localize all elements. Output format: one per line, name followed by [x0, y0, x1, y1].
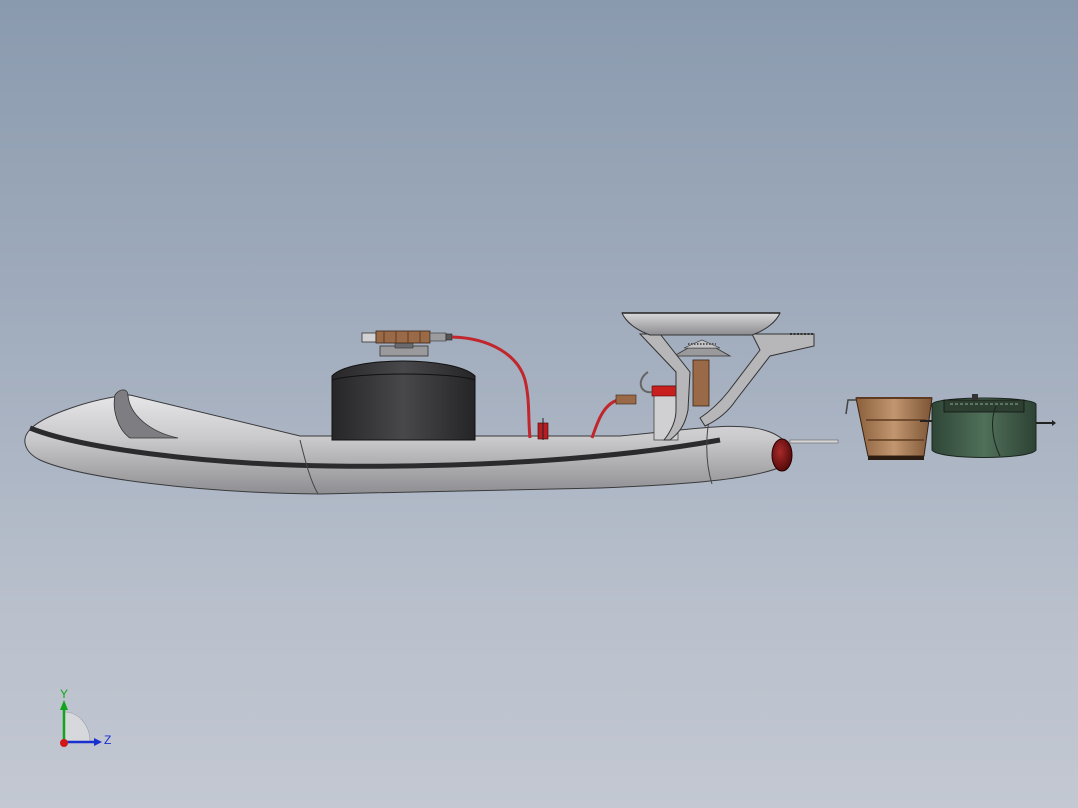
wooden-bucket[interactable]: [845, 397, 934, 460]
nose-cap[interactable]: [771, 438, 839, 472]
regulator-valve[interactable]: [361, 330, 453, 344]
triad-plane-icon: [63, 711, 91, 743]
cad-graphics-area[interactable]: Y Z: [0, 0, 1078, 808]
y-axis-label: Y: [60, 687, 68, 701]
cooking-pan[interactable]: [621, 312, 781, 336]
fuel-hose[interactable]: [451, 335, 637, 440]
gas-canister[interactable]: [331, 339, 476, 441]
green-pot[interactable]: [931, 394, 1056, 458]
y-axis-arrowhead-icon: [60, 700, 68, 710]
triad-origin-icon: [60, 739, 68, 747]
z-axis-arrowhead-icon: [94, 738, 102, 746]
model-view[interactable]: [0, 0, 1078, 808]
orientation-triad[interactable]: Y Z: [50, 686, 120, 756]
z-axis-label: Z: [104, 733, 111, 747]
